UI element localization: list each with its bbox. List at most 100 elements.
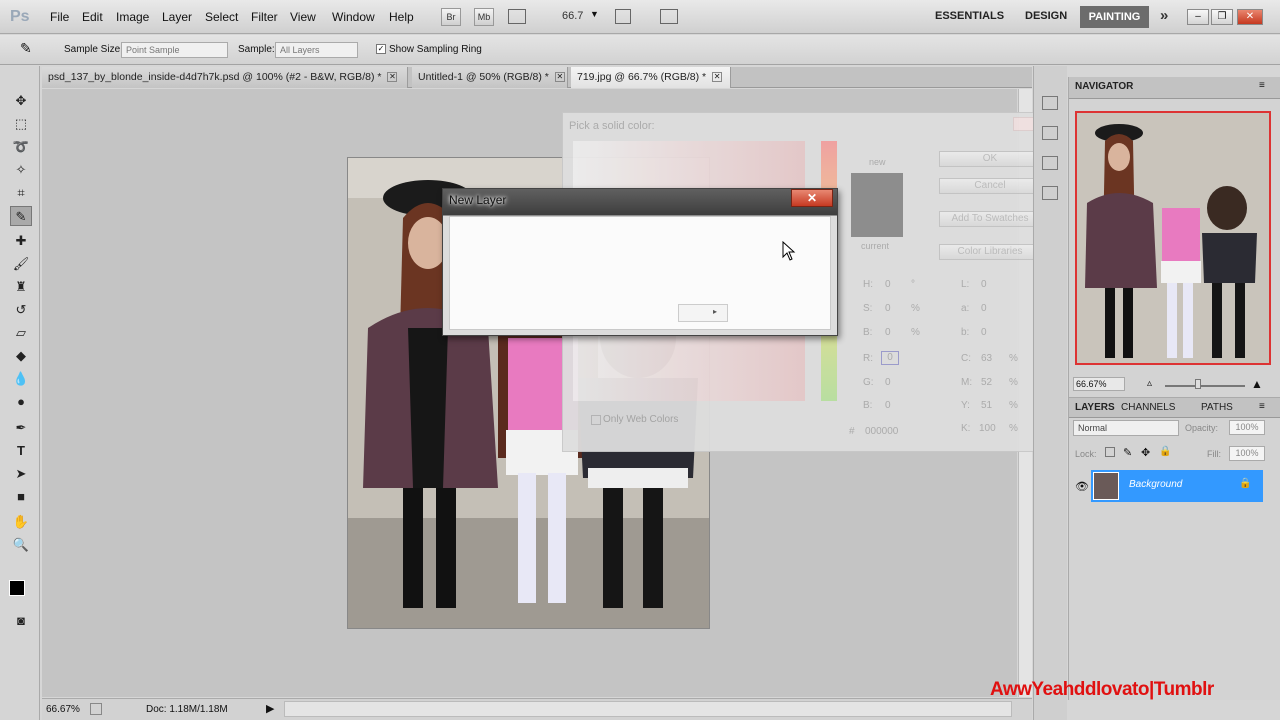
brush-panel-icon[interactable] (1042, 126, 1058, 140)
l-value[interactable]: 0 (981, 279, 987, 290)
workspace-painting[interactable]: PAINTING (1080, 6, 1149, 28)
arrange-documents-icon[interactable] (615, 9, 631, 24)
sampling-ring-checkbox[interactable]: ✓ (376, 44, 386, 54)
hex-value[interactable]: 000000 (865, 426, 898, 437)
view-extras-icon[interactable] (508, 9, 526, 24)
path-select-icon[interactable]: ➤ (10, 464, 32, 484)
navigator-preview[interactable] (1075, 111, 1271, 365)
tab-719-jpg[interactable]: 719.jpg @ 66.7% (RGB/8) * ✕ (571, 67, 731, 88)
restore-button[interactable]: ❐ (1211, 9, 1233, 25)
menu-image[interactable]: Image (116, 10, 149, 24)
blur-tool-icon[interactable]: 💧 (10, 369, 32, 389)
menu-help[interactable]: Help (389, 10, 414, 24)
sample-size-select[interactable]: Point Sample (121, 42, 228, 58)
close-tab-icon[interactable]: ✕ (712, 72, 723, 83)
menu-select[interactable]: Select (205, 10, 238, 24)
tool-presets-icon[interactable] (1042, 156, 1058, 170)
r-value[interactable]: 0 (881, 351, 899, 365)
workspace-essentials[interactable]: ESSENTIALS (935, 10, 1004, 22)
clone-source-icon[interactable] (1042, 186, 1058, 200)
lock-position-icon[interactable]: ✥ (1141, 446, 1150, 459)
lock-pixels-icon[interactable]: ✎ (1123, 446, 1132, 459)
eraser-tool-icon[interactable]: ▱ (10, 323, 32, 343)
horizontal-scrollbar[interactable] (284, 701, 1012, 717)
minimize-button[interactable]: – (1187, 9, 1209, 25)
m-value[interactable]: 52 (981, 377, 992, 388)
eyedropper-tool-icon[interactable]: ✎ (10, 206, 32, 226)
quick-mask-icon[interactable]: ◙ (10, 611, 32, 631)
screen-mode-icon[interactable] (660, 9, 678, 24)
status-zoom[interactable]: 66.67% (46, 704, 80, 715)
lock-transparent-icon[interactable] (1105, 447, 1115, 457)
menu-filter[interactable]: Filter (251, 10, 278, 24)
k-value[interactable]: 100 (979, 423, 996, 434)
picker-ok-button[interactable]: OK (939, 151, 1041, 167)
eyedropper-preset-icon[interactable]: ✎ (20, 40, 40, 58)
panel-menu-icon[interactable]: ≡ (1259, 80, 1265, 91)
navigator-zoom[interactable]: 66.67% (1073, 377, 1125, 391)
layer-name[interactable]: Background (1129, 479, 1182, 490)
menu-file[interactable]: File (50, 10, 69, 24)
b-rgb-value[interactable]: 0 (885, 400, 891, 411)
lock-all-icon[interactable]: 🔒 (1159, 446, 1171, 457)
dialog-dropdown[interactable]: ▸ (678, 304, 728, 322)
workspace-design[interactable]: DESIGN (1025, 10, 1067, 22)
crop-tool-icon[interactable]: ⌗ (10, 183, 32, 203)
tab-layers[interactable]: LAYERS (1075, 402, 1115, 413)
b-lab-value[interactable]: 0 (981, 327, 987, 338)
close-tab-icon[interactable]: ✕ (554, 72, 565, 83)
dodge-tool-icon[interactable]: ● (10, 392, 32, 412)
zoom-in-icon[interactable]: ▲ (1251, 377, 1263, 391)
foreground-color-swatch[interactable] (9, 580, 25, 596)
add-to-swatches-button[interactable]: Add To Swatches (939, 211, 1041, 227)
zoom-tool-icon[interactable]: 🔍 (10, 535, 32, 555)
brush-tool-icon[interactable]: 🖌 (10, 254, 32, 274)
menu-edit[interactable]: Edit (82, 10, 103, 24)
paint-bucket-icon[interactable]: ◆ (10, 346, 32, 366)
type-tool-icon[interactable]: T (10, 441, 32, 461)
tab-psd-137[interactable]: psd_137_by_blonde_inside-d4d7h7k.psd @ 1… (42, 67, 408, 88)
shape-tool-icon[interactable]: ■ (10, 487, 32, 507)
zoom-slider[interactable] (1165, 385, 1245, 387)
s-value[interactable]: 0 (885, 303, 891, 314)
sample-select[interactable]: All Layers (275, 42, 358, 58)
pen-tool-icon[interactable]: ✒ (10, 418, 32, 438)
close-tab-icon[interactable]: ✕ (387, 72, 398, 83)
menu-window[interactable]: Window (332, 10, 375, 24)
history-panel-icon[interactable] (1042, 96, 1058, 110)
bridge-button[interactable]: Br (441, 8, 461, 26)
lasso-tool-icon[interactable]: ➰ (10, 137, 32, 157)
move-tool-icon[interactable]: ✥ (10, 91, 32, 111)
navigator-tab[interactable]: NAVIGATOR (1075, 81, 1133, 92)
tab-untitled-1[interactable]: Untitled-1 @ 50% (RGB/8) * ✕ (412, 67, 568, 88)
opacity-field[interactable]: 100% (1229, 420, 1265, 435)
y-value[interactable]: 51 (981, 400, 992, 411)
b-value[interactable]: 0 (885, 327, 891, 338)
history-brush-icon[interactable]: ↺ (10, 300, 32, 320)
blend-mode-select[interactable]: Normal (1073, 420, 1179, 436)
menu-view[interactable]: View (290, 10, 316, 24)
menu-layer[interactable]: Layer (162, 10, 192, 24)
visibility-eye-icon[interactable]: 👁 (1075, 480, 1089, 493)
g-value[interactable]: 0 (885, 377, 891, 388)
healing-brush-icon[interactable]: ✚ (10, 231, 32, 251)
layers-menu-icon[interactable]: ≡ (1259, 401, 1265, 412)
status-info-icon[interactable] (90, 703, 102, 715)
a-value[interactable]: 0 (981, 303, 987, 314)
mini-bridge-button[interactable]: Mb (474, 8, 494, 26)
layer-row-background[interactable]: Background 🔒 (1091, 470, 1263, 502)
picker-cancel-button[interactable]: Cancel (939, 178, 1041, 194)
only-web-colors-checkbox[interactable] (591, 415, 601, 425)
color-libraries-button[interactable]: Color Libraries (939, 244, 1041, 260)
clone-stamp-icon[interactable]: ♜ (10, 277, 32, 297)
hand-tool-icon[interactable]: ✋ (10, 512, 32, 532)
zoom-slider-thumb[interactable] (1195, 379, 1201, 389)
zoom-level[interactable]: 66.7 (562, 10, 583, 22)
tab-paths[interactable]: PATHS (1201, 402, 1233, 413)
tab-channels[interactable]: CHANNELS (1121, 402, 1175, 413)
zoom-out-icon[interactable]: ▵ (1147, 378, 1152, 389)
h-value[interactable]: 0 (885, 279, 891, 290)
c-value[interactable]: 63 (981, 353, 992, 364)
dialog-close-button[interactable]: ✕ (791, 189, 833, 207)
chevron-down-icon[interactable]: ▼ (590, 9, 599, 19)
